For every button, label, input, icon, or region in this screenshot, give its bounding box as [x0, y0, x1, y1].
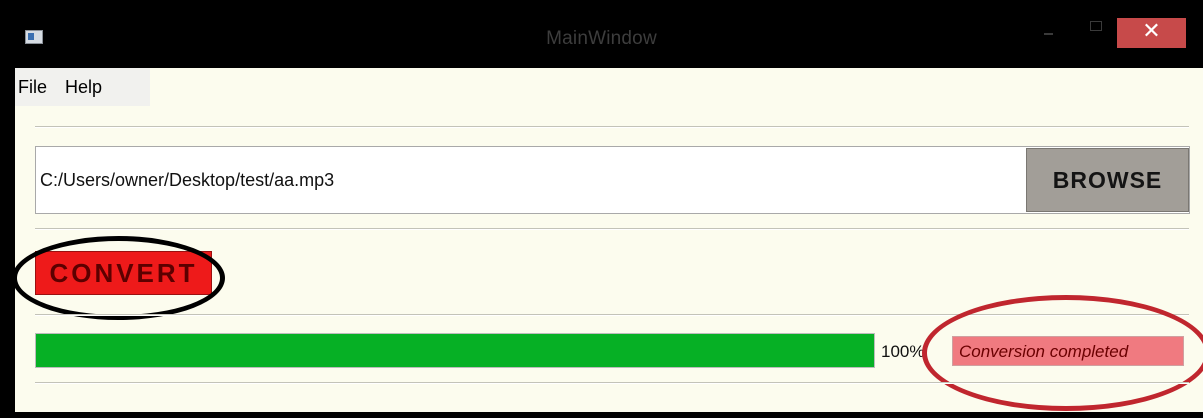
- title-bar[interactable]: MainWindow ✕: [0, 0, 1203, 68]
- window-title: MainWindow: [546, 28, 657, 49]
- main-window: MainWindow ✕ File Help C:/Users/owner/De…: [0, 0, 1203, 418]
- menu-bar: File Help: [15, 68, 150, 106]
- progress-bar-fill: [36, 334, 874, 367]
- separator-line: [35, 382, 1189, 384]
- status-text: Conversion completed: [959, 342, 1129, 361]
- maximize-button[interactable]: [1082, 18, 1110, 40]
- progress-percent-label: 100%: [881, 342, 925, 361]
- convert-button[interactable]: CONVERT: [35, 251, 212, 295]
- file-path-row: C:/Users/owner/Desktop/test/aa.mp3 BROWS…: [35, 146, 1190, 214]
- menu-file[interactable]: File: [18, 77, 47, 98]
- progress-bar: [35, 333, 875, 368]
- separator-line: [35, 314, 1189, 316]
- close-icon: ✕: [1142, 19, 1161, 44]
- separator-line: [35, 228, 1189, 230]
- file-path-input[interactable]: C:/Users/owner/Desktop/test/aa.mp3: [40, 170, 334, 191]
- status-field: Conversion completed: [952, 336, 1184, 366]
- menu-help[interactable]: Help: [65, 77, 102, 98]
- client-area: File Help C:/Users/owner/Desktop/test/aa…: [12, 68, 1203, 412]
- minimize-button[interactable]: [1034, 18, 1062, 40]
- separator-line: [35, 126, 1189, 128]
- close-button[interactable]: ✕: [1117, 18, 1186, 48]
- browse-button[interactable]: BROWSE: [1026, 148, 1189, 212]
